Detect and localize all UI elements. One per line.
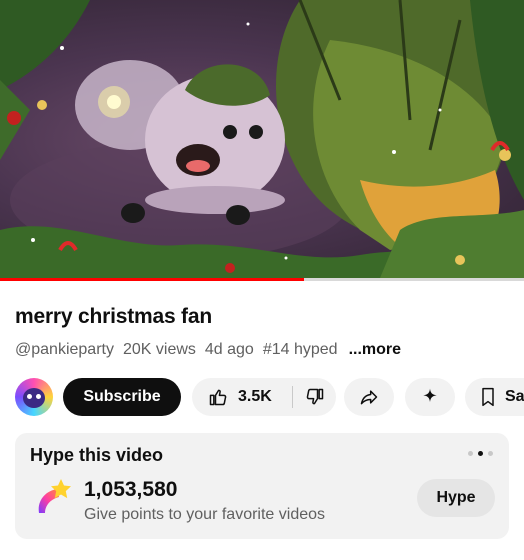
hype-points-subtitle: Give points to your favorite videos bbox=[84, 506, 326, 523]
channel-avatar[interactable] bbox=[15, 378, 53, 416]
video-progress-fill bbox=[0, 278, 304, 281]
avatar-face bbox=[23, 388, 45, 408]
thumbs-up-icon bbox=[209, 389, 227, 406]
avatar-eye-right bbox=[36, 394, 41, 399]
more-link[interactable]: ...more bbox=[349, 341, 401, 359]
sparkle-icon bbox=[423, 388, 437, 402]
carousel-indicator bbox=[468, 451, 493, 456]
hype-points-count: 1,053,580 bbox=[84, 478, 178, 501]
bookmark-icon bbox=[482, 387, 494, 407]
ask-ai-button[interactable] bbox=[405, 378, 455, 416]
carousel-dot bbox=[478, 451, 483, 456]
action-row: Subscribe 3.5K Sa bbox=[15, 378, 524, 416]
video-progress-bar[interactable] bbox=[0, 278, 524, 281]
avatar-eye-left bbox=[27, 394, 32, 399]
like-count: 3.5K bbox=[238, 388, 272, 405]
carousel-dot bbox=[488, 451, 493, 456]
save-label: Sa bbox=[505, 388, 524, 405]
video-player[interactable] bbox=[0, 0, 524, 278]
share-arrow-icon bbox=[360, 390, 378, 405]
view-count: 20K views bbox=[122, 341, 196, 358]
video-title: merry christmas fan bbox=[15, 305, 212, 328]
dislike-button[interactable] bbox=[293, 378, 336, 416]
save-button[interactable]: Sa bbox=[465, 378, 524, 416]
channel-handle[interactable]: @pankieparty bbox=[15, 341, 114, 359]
carousel-dot bbox=[468, 451, 473, 456]
share-button[interactable] bbox=[344, 378, 394, 416]
video-meta-row[interactable]: @pankieparty 20K views 4d ago #14 hyped … bbox=[15, 341, 401, 359]
video-frame bbox=[0, 0, 524, 278]
shooting-star-icon bbox=[38, 479, 71, 513]
upload-age: 4d ago bbox=[204, 341, 254, 358]
hype-card[interactable]: Hype this video 1,053,580 Give points to… bbox=[15, 433, 509, 539]
subscribe-button[interactable]: Subscribe bbox=[63, 378, 181, 416]
like-dislike-group: 3.5K bbox=[192, 378, 336, 416]
thumbs-down-icon bbox=[306, 388, 323, 405]
like-button[interactable]: 3.5K bbox=[192, 378, 292, 416]
hype-rank[interactable]: #14 hyped bbox=[263, 341, 338, 359]
hype-card-title: Hype this video bbox=[30, 445, 164, 465]
hype-button[interactable]: Hype bbox=[417, 479, 495, 517]
